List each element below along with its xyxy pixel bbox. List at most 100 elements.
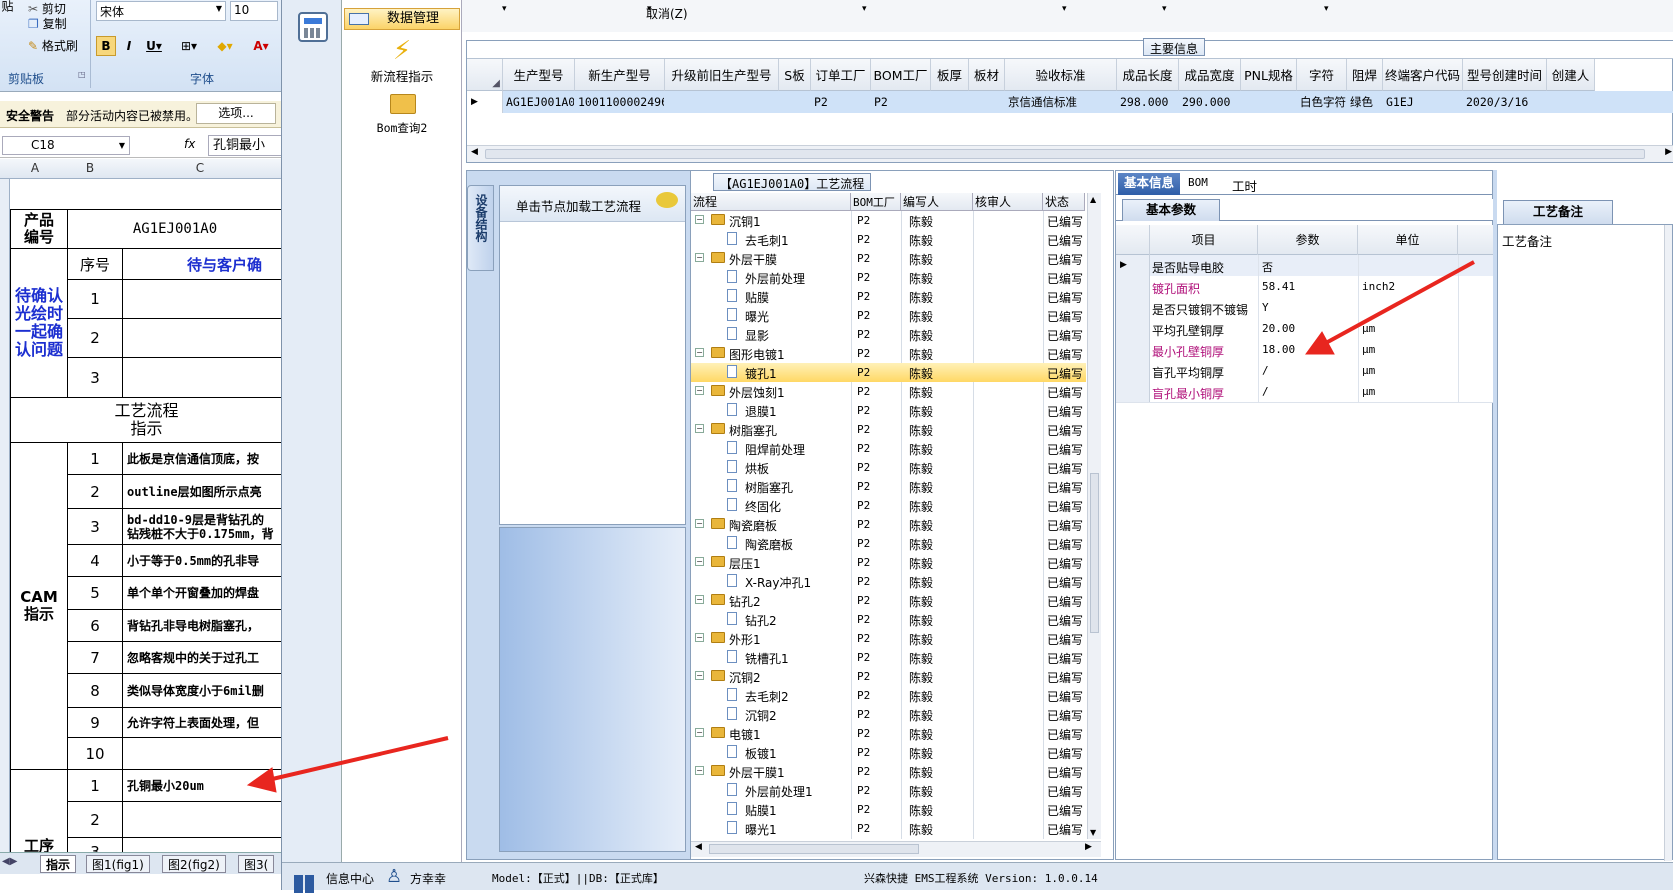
cell-process-label[interactable]: 工艺流程 指示 xyxy=(10,397,281,443)
param-value[interactable]: / xyxy=(1262,385,1269,398)
process-tree-row[interactable]: − 外层干膜1 P2 陈毅 已编写 xyxy=(691,762,1086,781)
process-vscrollbar[interactable]: ▲ ▼ xyxy=(1087,193,1101,839)
cell-cam-label[interactable]: CAM 指示 xyxy=(10,442,68,770)
cam-row-text[interactable]: 此板是京信通信顶底，按 xyxy=(122,442,281,475)
cancel-button[interactable]: 取消(Z) xyxy=(646,5,688,22)
cell-pending-num-2[interactable]: 2 xyxy=(67,318,123,358)
param-value[interactable]: 20.00 xyxy=(1262,322,1295,335)
craft-row-text[interactable] xyxy=(122,801,281,838)
sheet-nav-icon[interactable]: ◀▶ xyxy=(2,856,17,867)
param-col-item[interactable]: 项目 xyxy=(1150,225,1258,255)
italic-button[interactable]: I xyxy=(120,36,138,56)
collapse-toggle-icon[interactable]: − xyxy=(695,424,704,433)
tab-process-notes[interactable]: 工艺备注 xyxy=(1503,200,1613,224)
process-tree-row[interactable]: 沉铜2 P2 陈毅 已编写 xyxy=(691,705,1086,724)
sheet-tab[interactable]: 图2(fig2) xyxy=(162,855,226,873)
process-col-flow[interactable]: 流程 xyxy=(691,193,851,211)
process-tree-row[interactable]: − 外层蚀刻1 P2 陈毅 已编写 xyxy=(691,382,1086,401)
process-tree-row[interactable]: 阻焊前处理 P2 陈毅 已编写 xyxy=(691,439,1086,458)
cell-pending-label[interactable]: 待确认 光绘时 一起确 认问题 xyxy=(10,248,68,398)
copy-button[interactable]: ❐ 复制 xyxy=(28,15,67,32)
cell-pending-header[interactable]: 待与客户确 xyxy=(122,248,281,280)
tab-bom[interactable]: BOM xyxy=(1188,176,1208,189)
param-value[interactable]: 58.41 xyxy=(1262,280,1295,293)
process-tree-row[interactable]: − 层压1 P2 陈毅 已编写 xyxy=(691,553,1086,572)
main-info-cell[interactable]: 白色字符 xyxy=(1300,91,1346,113)
main-info-cell[interactable]: 10011000024962 xyxy=(578,91,664,113)
main-info-column-header[interactable]: PNL规格 xyxy=(1241,59,1297,91)
security-options-button[interactable]: 选项... xyxy=(196,103,276,124)
process-col-status[interactable]: 状态 xyxy=(1043,193,1085,211)
cam-row-number[interactable]: 2 xyxy=(67,474,123,509)
process-tree-row[interactable]: 去毛刺2 P2 陈毅 已编写 xyxy=(691,686,1086,705)
main-info-cell[interactable]: G1EJ xyxy=(1386,91,1462,113)
main-info-column-header[interactable]: 板材 xyxy=(969,59,1005,91)
main-info-cell[interactable] xyxy=(972,91,1004,113)
main-info-column-header[interactable]: 升级前旧生产型号 xyxy=(665,59,779,91)
collapse-toggle-icon[interactable]: − xyxy=(695,728,704,737)
column-header-a[interactable]: A xyxy=(20,161,50,175)
cam-row-text[interactable]: outline层如图所示点亮 xyxy=(122,474,281,509)
process-tree-row[interactable]: 铣槽孔1 P2 陈毅 已编写 xyxy=(691,648,1086,667)
scrollbar-thumb[interactable] xyxy=(1090,473,1099,633)
cam-row-text[interactable]: 忽略客规中的关于过孔工 xyxy=(122,641,281,674)
sheet-tab[interactable]: 图3( xyxy=(238,855,275,873)
main-info-cell[interactable]: P2 xyxy=(874,91,930,113)
collapse-toggle-icon[interactable]: − xyxy=(695,595,704,604)
cam-row-number[interactable]: 4 xyxy=(67,544,123,577)
main-info-column-header[interactable]: 终端客户代码 xyxy=(1383,59,1463,91)
font-size-select[interactable]: 10 xyxy=(230,1,278,21)
menu-data-management[interactable]: 数据管理 xyxy=(344,8,460,30)
main-info-column-header[interactable]: 新生产型号 xyxy=(575,59,665,91)
process-tree-row[interactable]: − 沉铜2 P2 陈毅 已编写 xyxy=(691,667,1086,686)
cell-seq-header[interactable]: 序号 xyxy=(67,248,123,280)
process-tree-row[interactable]: − 树脂塞孔 P2 陈毅 已编写 xyxy=(691,420,1086,439)
notes-scrollbar[interactable] xyxy=(1664,225,1672,861)
process-tree-row[interactable]: − 沉铜1 P2 陈毅 已编写 xyxy=(691,211,1086,230)
process-tree-row[interactable]: 曝光1 P2 陈毅 已编写 xyxy=(691,819,1086,838)
process-tree-row[interactable]: 曝光 P2 陈毅 已编写 xyxy=(691,306,1086,325)
dialog-launcher-icon[interactable]: ◳ xyxy=(78,70,86,79)
cam-row-text[interactable]: bd-dd10-9层是背钻孔的 钻残桩不大于0.175mm，背 xyxy=(122,508,281,545)
format-painter-button[interactable]: ✎ 格式刷 xyxy=(28,37,78,54)
process-tree-row[interactable]: − 陶瓷磨板 P2 陈毅 已编写 xyxy=(691,515,1086,534)
chevron-down-icon[interactable]: ▾ xyxy=(1062,4,1067,14)
collapse-toggle-icon[interactable]: − xyxy=(695,348,704,357)
process-tree-row[interactable]: 树脂塞孔 P2 陈毅 已编写 xyxy=(691,477,1086,496)
main-info-column-header[interactable]: BOM工厂 xyxy=(871,59,931,91)
process-tree-row[interactable]: X-Ray冲孔1 P2 陈毅 已编写 xyxy=(691,572,1086,591)
chevron-down-icon[interactable]: ▾ xyxy=(502,4,507,14)
main-info-column-header[interactable]: 订单工厂 xyxy=(811,59,871,91)
font-name-select[interactable]: 宋体 ▼ xyxy=(96,1,226,21)
grid-icon[interactable] xyxy=(294,868,314,893)
param-row[interactable]: 是否只镀铜不镀锡 Y xyxy=(1116,297,1494,319)
process-tree-row[interactable]: 退膜1 P2 陈毅 已编写 xyxy=(691,401,1086,420)
cam-row-text[interactable]: 小于等于0.5mm的孔非导 xyxy=(122,544,281,577)
collapse-toggle-icon[interactable]: − xyxy=(695,766,704,775)
main-info-column-header[interactable]: 成品长度 xyxy=(1117,59,1179,91)
bold-button[interactable]: B xyxy=(96,36,116,56)
worksheet-grid[interactable]: 产品 编号 AG1EJ001A0 待确认 光绘时 一起确 认问题 序号 待与客户… xyxy=(10,179,281,867)
collapse-toggle-icon[interactable]: − xyxy=(695,519,704,528)
collapse-toggle-icon[interactable]: − xyxy=(695,253,704,262)
cam-row-number[interactable]: 6 xyxy=(67,609,123,642)
cam-row-text[interactable]: 单个单个开窗叠加的焊盘 xyxy=(122,576,281,610)
process-tree-row[interactable]: − 图形电镀1 P2 陈毅 已编写 xyxy=(691,344,1086,363)
process-tree-row[interactable]: − 外形1 P2 陈毅 已编写 xyxy=(691,629,1086,648)
main-info-column-header[interactable]: 型号创建时间 xyxy=(1463,59,1547,91)
main-info-cell[interactable]: 290.000 xyxy=(1182,91,1240,113)
calculator-icon[interactable] xyxy=(298,12,328,42)
fx-icon[interactable]: fx xyxy=(184,137,195,151)
process-hscrollbar[interactable]: ◀ ▶ xyxy=(691,841,1101,857)
cell-pending-text-1[interactable] xyxy=(122,279,281,319)
process-tree-row[interactable]: 外层前处理 P2 陈毅 已编写 xyxy=(691,268,1086,287)
scrollbar-thumb[interactable] xyxy=(709,844,919,854)
process-tree-row[interactable]: 钻孔2 P2 陈毅 已编写 xyxy=(691,610,1086,629)
process-tree-row[interactable]: 镀孔1 P2 陈毅 已编写 xyxy=(691,363,1086,382)
borders-icon[interactable]: ⊞▾ xyxy=(176,36,202,56)
param-col-unit[interactable]: 单位 xyxy=(1358,225,1458,255)
param-value[interactable]: 否 xyxy=(1262,259,1273,275)
craft-row-text[interactable]: 孔铜最小20um xyxy=(122,769,281,802)
chevron-down-icon[interactable]: ▾ xyxy=(1324,4,1329,14)
process-tree-row[interactable]: − 钻孔2 P2 陈毅 已编写 xyxy=(691,591,1086,610)
